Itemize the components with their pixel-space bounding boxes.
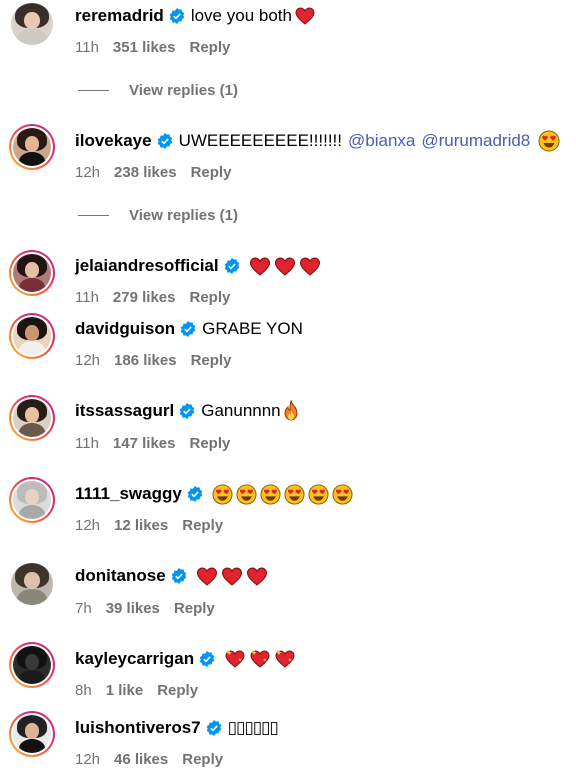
reply-button[interactable]: Reply xyxy=(189,289,230,306)
comment-time: 12h xyxy=(75,516,101,534)
likes-count[interactable]: 279 likes xyxy=(113,289,176,306)
comment-time: 11h xyxy=(75,38,99,56)
reply-button[interactable]: Reply xyxy=(182,751,223,768)
reply-button[interactable]: Reply xyxy=(191,352,232,369)
username[interactable]: 1111_swaggy xyxy=(75,484,182,504)
verified-badge-icon xyxy=(169,8,185,24)
reply-button[interactable]: Reply xyxy=(189,435,230,452)
avatar[interactable] xyxy=(9,711,55,757)
heart-eyes-icon xyxy=(284,483,305,505)
red-heart-icon xyxy=(274,257,295,276)
view-replies-button[interactable]: View replies (1) xyxy=(78,80,238,100)
divider xyxy=(78,214,109,216)
red-heart-icon xyxy=(246,567,267,586)
mention-link[interactable]: @rurumadrid8 xyxy=(421,131,530,151)
red-heart-icon xyxy=(196,567,217,586)
reply-button[interactable]: Reply xyxy=(174,600,215,617)
likes-count[interactable]: 46 likes xyxy=(114,751,168,768)
comment-time: 12h xyxy=(75,163,101,181)
red-heart-icon xyxy=(299,257,320,276)
verified-badge-icon xyxy=(224,258,239,274)
reply-button[interactable]: Reply xyxy=(157,682,198,699)
reply-button[interactable]: Reply xyxy=(189,39,230,56)
mention-link[interactable]: @bianxa xyxy=(348,131,415,151)
fire-icon xyxy=(284,400,298,421)
divider xyxy=(78,89,109,91)
comment-time: 11h xyxy=(75,288,99,306)
likes-count[interactable]: 147 likes xyxy=(113,435,176,452)
comment-text: UWEEEEEEEEE!!!!!!! xyxy=(178,131,342,150)
comment-text: ▯▯▯▯▯▯ xyxy=(227,718,279,738)
avatar[interactable] xyxy=(9,313,55,359)
heart-eyes-icon xyxy=(308,483,329,505)
verified-badge-icon xyxy=(199,651,215,667)
view-replies-button[interactable]: View replies (1) xyxy=(78,205,238,225)
likes-count[interactable]: 1 like xyxy=(106,682,144,699)
comment-text: Ganunnnn xyxy=(201,401,281,420)
view-replies-label: View replies (1) xyxy=(129,81,238,99)
avatar[interactable] xyxy=(11,563,53,605)
avatar[interactable] xyxy=(9,250,55,296)
heart-eyes-icon xyxy=(260,483,281,505)
avatar[interactable] xyxy=(9,124,55,170)
comment-text: GRABE YON xyxy=(202,319,303,338)
sparkling-heart-icon xyxy=(250,650,270,668)
username[interactable]: davidguison xyxy=(75,319,175,339)
avatar[interactable] xyxy=(9,642,55,688)
red-heart-icon xyxy=(249,257,270,276)
likes-count[interactable]: 186 likes xyxy=(114,352,177,369)
likes-count[interactable]: 238 likes xyxy=(114,164,177,181)
verified-badge-icon xyxy=(157,133,172,149)
likes-count[interactable]: 39 likes xyxy=(106,600,160,617)
view-replies-label: View replies (1) xyxy=(129,206,238,224)
username[interactable]: luishontiveros7 xyxy=(75,718,201,738)
avatar[interactable] xyxy=(11,3,53,45)
heart-eyes-icon xyxy=(236,483,257,505)
comment-time: 7h xyxy=(75,599,92,617)
likes-count[interactable]: 351 likes xyxy=(113,39,176,56)
verified-badge-icon xyxy=(187,486,203,502)
red-heart-icon xyxy=(295,7,315,25)
reply-button[interactable]: Reply xyxy=(191,164,232,181)
comment-time: 12h xyxy=(75,750,101,768)
sparkling-heart-icon xyxy=(225,650,245,668)
sparkling-heart-icon xyxy=(275,650,295,668)
heart-eyes-icon xyxy=(332,483,353,505)
reply-button[interactable]: Reply xyxy=(182,517,223,534)
likes-count[interactable]: 12 likes xyxy=(114,517,168,534)
verified-badge-icon xyxy=(180,321,196,337)
comment-time: 11h xyxy=(75,434,99,452)
verified-badge-icon xyxy=(179,403,195,419)
username[interactable]: kayleycarrigan xyxy=(75,649,194,669)
username[interactable]: jelaiandresofficial xyxy=(75,256,219,276)
username[interactable]: reremadrid xyxy=(75,6,164,26)
username[interactable]: itssassagurl xyxy=(75,401,174,421)
comment-text: love you both xyxy=(190,6,292,25)
red-heart-icon xyxy=(221,567,242,586)
verified-badge-icon xyxy=(206,720,221,736)
comment-time: 8h xyxy=(75,681,92,699)
verified-badge-icon xyxy=(171,568,186,584)
heart-eyes-icon xyxy=(212,483,233,505)
username[interactable]: donitanose xyxy=(75,566,166,586)
avatar[interactable] xyxy=(9,477,55,523)
heart-eyes-icon xyxy=(538,130,560,152)
comment-time: 12h xyxy=(75,351,101,369)
username[interactable]: ilovekaye xyxy=(75,131,152,151)
avatar[interactable] xyxy=(9,395,55,441)
